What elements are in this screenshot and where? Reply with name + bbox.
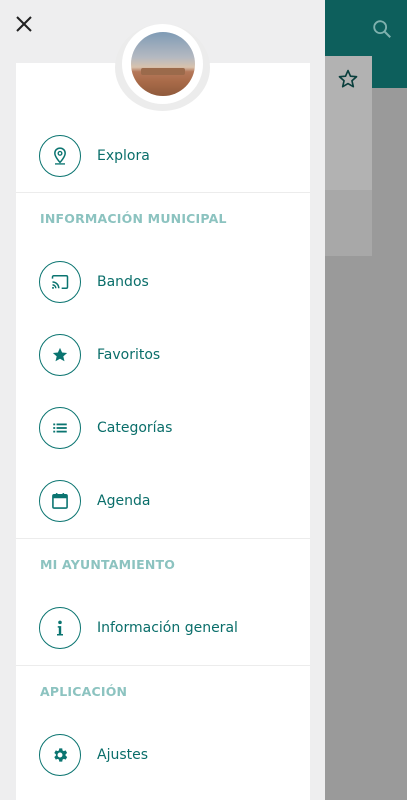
divider: [16, 665, 310, 666]
menu-item-label: Agenda: [97, 493, 151, 509]
section-title-aplicacion: APLICACIÓN: [40, 684, 128, 699]
menu-item-label: Categorías: [97, 420, 173, 436]
navigation-drawer: Explora INFORMACIÓN MUNICIPAL Bandos Fav…: [0, 0, 325, 800]
map-pin-icon: [39, 135, 81, 177]
menu-item-label: Ajustes: [97, 747, 149, 763]
section-title-mi-ayuntamiento: MI AYUNTAMIENTO: [40, 557, 176, 572]
section-title-informacion-municipal: INFORMACIÓN MUNICIPAL: [40, 211, 227, 226]
gear-icon: [39, 734, 81, 776]
info-icon: [39, 607, 81, 649]
list-icon: [39, 407, 81, 449]
calendar-icon: [39, 480, 81, 522]
avatar: [131, 32, 195, 96]
menu-item-explora[interactable]: Explora: [16, 124, 310, 188]
close-icon[interactable]: [12, 12, 36, 36]
cast-icon: [39, 261, 81, 303]
divider: [16, 538, 310, 539]
divider: [16, 192, 310, 193]
menu-item-favoritos[interactable]: Favoritos: [16, 323, 310, 387]
menu-item-label: Bandos: [97, 274, 149, 290]
search-icon[interactable]: [371, 18, 393, 40]
menu-item-informacion-general[interactable]: Información general: [16, 596, 310, 660]
menu-item-ajustes[interactable]: Ajustes: [16, 723, 310, 787]
menu-item-label: Información general: [97, 620, 238, 636]
menu-item-label: Explora: [97, 148, 150, 164]
menu-item-categorias[interactable]: Categorías: [16, 396, 310, 460]
menu-item-label: Favoritos: [97, 347, 161, 363]
menu-item-agenda[interactable]: Agenda: [16, 469, 310, 533]
star-icon: [39, 334, 81, 376]
star-outline-icon[interactable]: [337, 68, 359, 90]
menu-item-bandos[interactable]: Bandos: [16, 250, 310, 314]
